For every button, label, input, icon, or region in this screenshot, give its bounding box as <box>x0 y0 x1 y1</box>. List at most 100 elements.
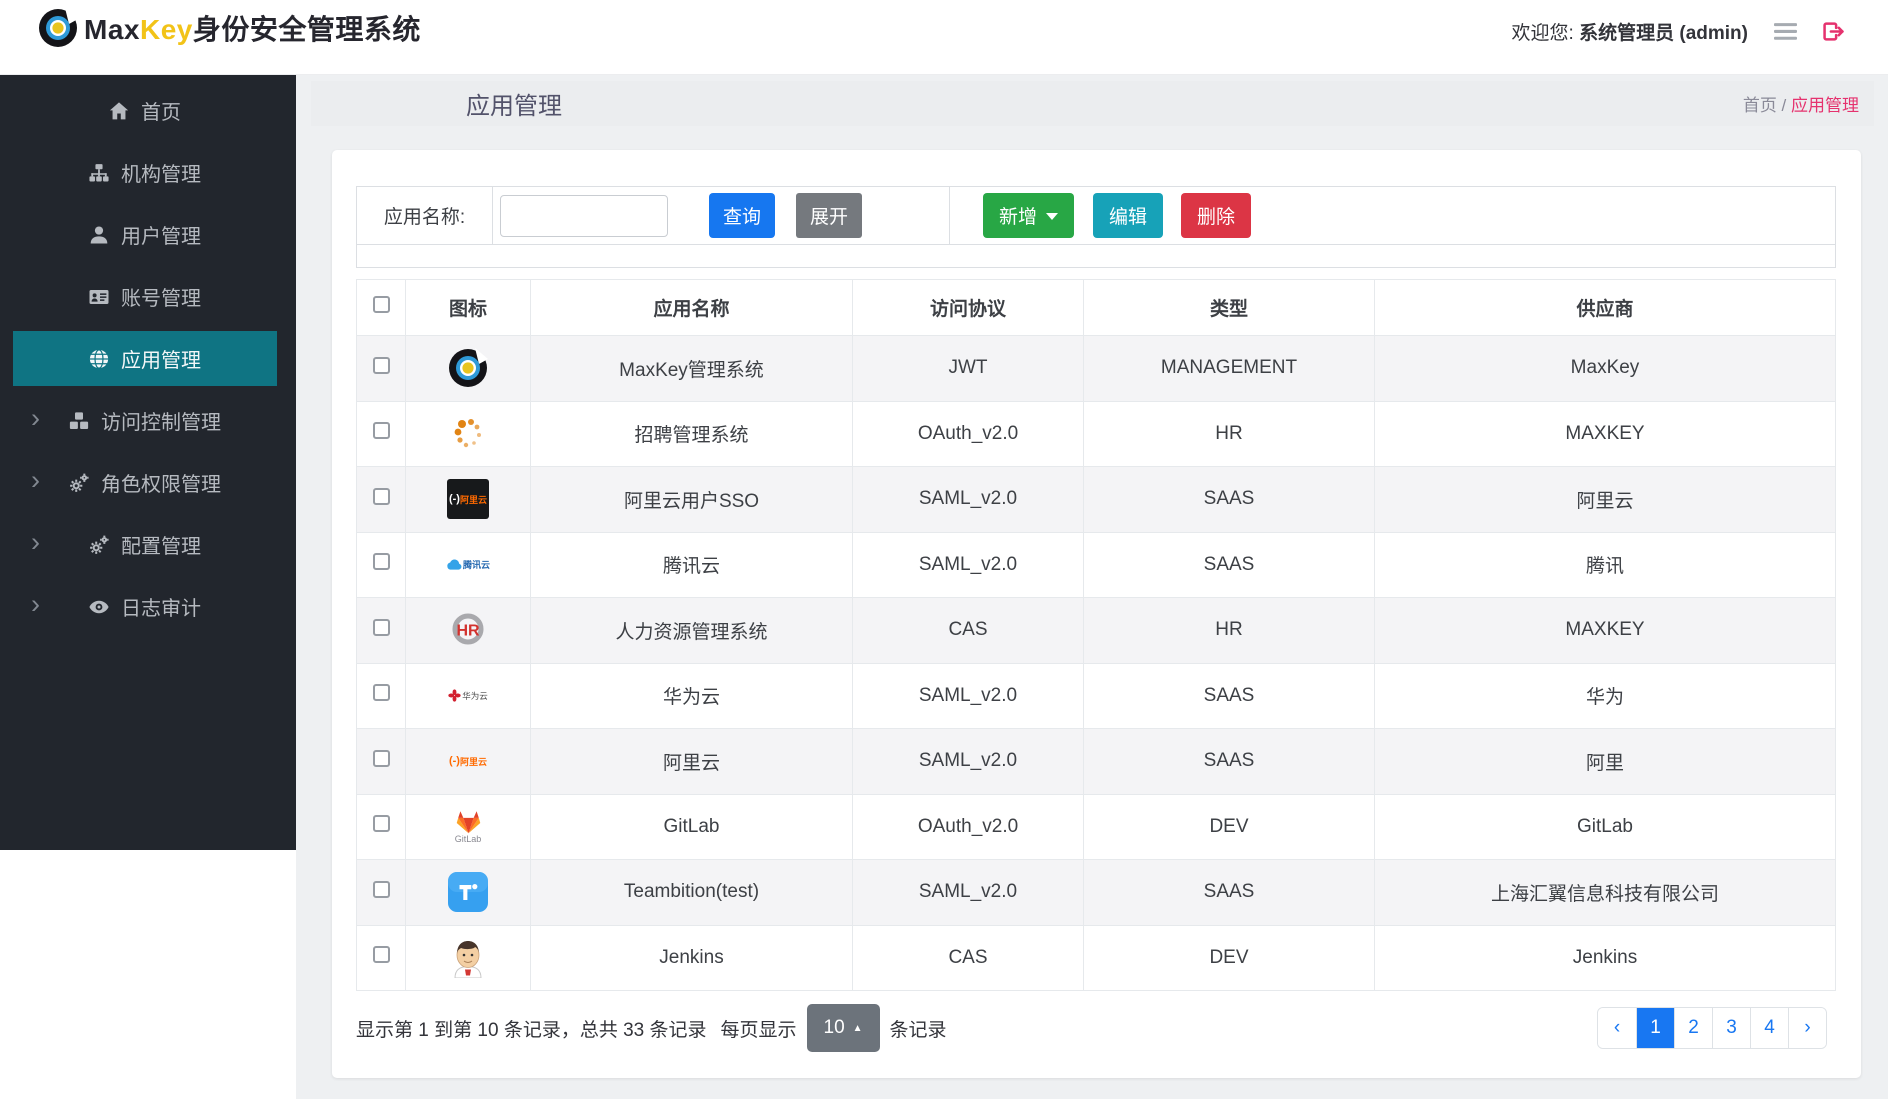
sidebar-item-label: 机构管理 <box>121 164 201 186</box>
svg-text:HR: HR <box>456 623 480 640</box>
row-checkbox[interactable] <box>372 749 390 767</box>
sidebar-item-access[interactable]: › 访问控制管理 <box>13 393 277 448</box>
row-checkbox[interactable] <box>372 487 390 505</box>
row-checkbox[interactable] <box>372 618 390 636</box>
sitemap-icon <box>89 163 109 183</box>
table-row[interactable]: 招聘管理系统 OAuth_v2.0 HR MAXKEY <box>356 400 1836 467</box>
query-button[interactable]: 查询 <box>709 193 775 238</box>
add-button[interactable]: 新增 <box>983 193 1074 238</box>
edit-button[interactable]: 编辑 <box>1093 193 1163 238</box>
protocol-cell: SAML_v2.0 <box>852 531 1084 598</box>
protocol-cell: CAS <box>852 924 1084 991</box>
sidebar-item-label: 角色权限管理 <box>101 474 221 496</box>
teambition-icon <box>446 870 490 914</box>
vendor-cell: 阿里云 <box>1374 466 1836 533</box>
type-cell: DEV <box>1083 793 1375 860</box>
protocol-cell: SAML_v2.0 <box>852 728 1084 795</box>
col-header-icon: 图标 <box>405 279 531 336</box>
type-cell: SAAS <box>1083 662 1375 729</box>
aliyun-orange-icon: (-) 阿里云 <box>448 755 487 768</box>
protocol-cell: SAML_v2.0 <box>852 662 1084 729</box>
table-row[interactable]: (-) 阿里云 阿里云用户SSO SAML_v2.0 SAAS 阿里云 <box>356 466 1836 533</box>
row-checkbox[interactable] <box>372 553 390 571</box>
sidebar-item-role[interactable]: › 角色权限管理 <box>13 455 277 510</box>
sidebar-item-app[interactable]: › 应用管理 <box>13 331 277 386</box>
row-checkbox[interactable] <box>372 422 390 440</box>
expand-button[interactable]: 展开 <box>796 193 862 238</box>
sidebar-item-label: 账号管理 <box>121 288 201 310</box>
sidebar-item-label: 应用管理 <box>121 350 201 372</box>
col-header-type: 类型 <box>1083 279 1375 336</box>
app-name-cell: 招聘管理系统 <box>530 400 853 467</box>
delete-button[interactable]: 删除 <box>1181 193 1251 238</box>
type-cell: DEV <box>1083 924 1375 991</box>
page-button-prev[interactable]: ‹ <box>1598 1008 1636 1048</box>
row-checkbox[interactable] <box>372 684 390 702</box>
type-cell: SAAS <box>1083 728 1375 795</box>
id-card-icon <box>89 287 109 307</box>
table-row[interactable]: 华为云 华为云 SAML_v2.0 SAAS 华为 <box>356 662 1836 729</box>
app-name-cell: 阿里云 <box>530 728 853 795</box>
page-button-2[interactable]: 2 <box>1674 1008 1712 1048</box>
table-row[interactable]: (-) 阿里云 阿里云 SAML_v2.0 SAAS 阿里 <box>356 728 1836 795</box>
hr-logo-icon: HR <box>446 608 490 652</box>
sidebar-item-config[interactable]: › 配置管理 <box>13 517 277 572</box>
table-row[interactable]: Teambition(test) SAML_v2.0 SAAS 上海汇翼信息科技有限公… <box>356 859 1836 926</box>
app-name-cell: MaxKey管理系统 <box>530 335 853 402</box>
type-cell: SAAS <box>1083 466 1375 533</box>
vendor-cell: Jenkins <box>1374 924 1836 991</box>
vendor-cell: 华为 <box>1374 662 1836 729</box>
protocol-cell: SAML_v2.0 <box>852 859 1084 926</box>
col-header-protocol: 访问协议 <box>852 279 1084 336</box>
row-checkbox[interactable] <box>372 815 390 833</box>
sidebar-item-label: 访问控制管理 <box>101 412 221 434</box>
sidebar-item-home[interactable]: › 首页 <box>13 83 277 138</box>
vendor-cell: 腾讯 <box>1374 531 1836 598</box>
vendor-cell: MAXKEY <box>1374 597 1836 664</box>
page-button-3[interactable]: 3 <box>1712 1008 1750 1048</box>
app-header: MaxKey身份安全管理系统 欢迎您: 系统管理员 (admin) <box>0 0 1888 75</box>
table-row[interactable]: Jenkins CAS DEV Jenkins <box>356 924 1836 991</box>
pager: ‹ 1 2 3 4 › <box>1597 1007 1827 1049</box>
type-cell: HR <box>1083 400 1375 467</box>
table-row[interactable]: MaxKey管理系统 JWT MANAGEMENT MaxKey <box>356 335 1836 402</box>
breadcrumb-home[interactable]: 首页 <box>1743 96 1777 115</box>
content-area: 应用管理 首页 / 应用管理 应用名称: 查询 展开 新增 编辑 删除 图标 应… <box>296 75 1888 1099</box>
gears-icon <box>69 473 89 493</box>
chevron-right-icon: › <box>31 464 40 495</box>
page-button-next[interactable]: › <box>1788 1008 1826 1048</box>
protocol-cell: CAS <box>852 597 1084 664</box>
app-name-cell: GitLab <box>530 793 853 860</box>
eye-icon <box>89 597 109 617</box>
app-name-cell: 阿里云用户SSO <box>530 466 853 533</box>
table-row[interactable]: HR 人力资源管理系统 CAS HR MAXKEY <box>356 597 1836 664</box>
row-checkbox[interactable] <box>372 356 390 374</box>
app-name-cell: 华为云 <box>530 662 853 729</box>
table-row[interactable]: 腾讯云 腾讯云 SAML_v2.0 SAAS 腾讯 <box>356 531 1836 598</box>
page-button-4[interactable]: 4 <box>1750 1008 1788 1048</box>
page-title: 应用管理 <box>466 93 562 120</box>
select-all-checkbox[interactable] <box>372 296 390 313</box>
sidebar-item-org[interactable]: › 机构管理 <box>13 145 277 200</box>
sidebar-item-user[interactable]: › 用户管理 <box>13 207 277 262</box>
apps-table: 图标 应用名称 访问协议 类型 供应商 MaxKey管理系统 JWT MANAGEM… <box>356 279 1836 991</box>
menu-hamburger-icon[interactable] <box>1774 22 1797 40</box>
protocol-cell: JWT <box>852 335 1084 402</box>
vendor-cell: 上海汇翼信息科技有限公司 <box>1374 859 1836 926</box>
page-titlebar: 应用管理 首页 / 应用管理 <box>311 81 1874 126</box>
chevron-right-icon: › <box>31 526 40 557</box>
row-checkbox[interactable] <box>372 880 390 898</box>
logout-icon[interactable] <box>1823 21 1844 41</box>
page-button-1[interactable]: 1 <box>1636 1008 1674 1048</box>
sidebar-item-label: 用户管理 <box>121 226 201 248</box>
app-name-input[interactable] <box>500 195 668 237</box>
maxkey-logo-icon <box>446 346 490 390</box>
actions-cell <box>950 187 1835 245</box>
sidebar-item-account[interactable]: › 账号管理 <box>13 269 277 324</box>
sidebar-item-audit[interactable]: › 日志审计 <box>13 579 277 634</box>
per-page-dropdown[interactable]: 10 ▲ <box>806 1004 880 1052</box>
search-toolbar: 应用名称: 查询 展开 新增 编辑 删除 <box>356 186 1836 268</box>
caret-up-icon: ▲ <box>852 1022 863 1034</box>
table-row[interactable]: GitLab GitLab OAuth_v2.0 DEV GitLab <box>356 793 1836 860</box>
row-checkbox[interactable] <box>372 946 390 964</box>
